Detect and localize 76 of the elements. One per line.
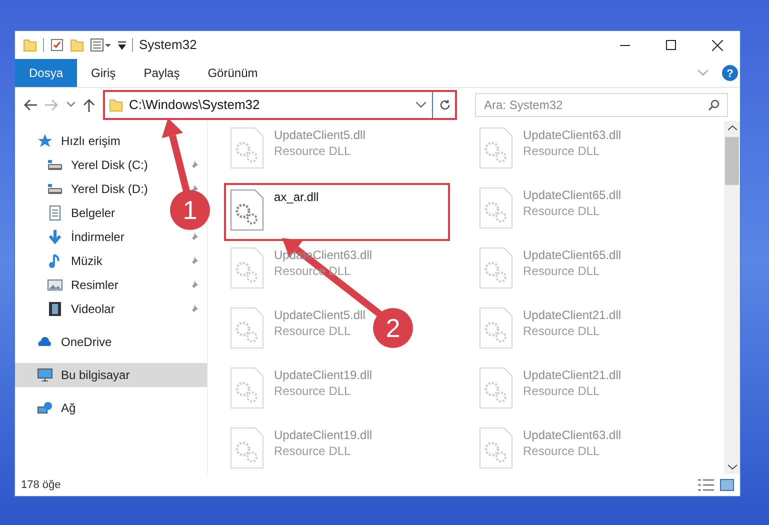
search-icon[interactable]: [708, 98, 720, 110]
drive-icon: [47, 157, 63, 173]
navigation-item[interactable]: Müzik: [15, 249, 207, 273]
file-name: UpdateClient5.dll: [274, 307, 366, 323]
scroll-up-icon[interactable]: [728, 125, 736, 131]
window-title: System32: [139, 36, 197, 54]
close-icon: [712, 40, 722, 50]
down-arrow-icon: [47, 229, 63, 245]
computer-icon: [37, 367, 53, 383]
file-type: Resource DLL: [523, 443, 600, 459]
item-count: 178 öğe: [21, 478, 61, 493]
help-icon[interactable]: ?: [722, 65, 738, 81]
details-view-icon[interactable]: [698, 479, 714, 491]
folder-icon: [109, 98, 123, 112]
file-name: UpdateClient65.dll: [523, 247, 622, 263]
file-type: Resource DLL: [274, 323, 351, 339]
view-options-icon[interactable]: [90, 38, 112, 52]
file-name: UpdateClient21.dll: [523, 307, 622, 323]
file-name: UpdateClient19.dll: [274, 427, 372, 443]
file-type: Resource DLL: [523, 383, 600, 399]
up-arrow-icon[interactable]: [83, 98, 95, 112]
file-type: Resource DLL: [523, 203, 600, 219]
forward-arrow-icon[interactable]: [45, 98, 59, 110]
properties-icon[interactable]: [50, 38, 64, 52]
navigation-item[interactable]: Videolar: [15, 297, 207, 321]
navigation-item[interactable]: Ağ: [15, 396, 207, 420]
star-icon: [37, 133, 53, 149]
navigation-item[interactable]: İndirmeler: [15, 225, 207, 249]
scrollbar[interactable]: [724, 121, 740, 474]
address-bar[interactable]: C:\Windows\System32: [103, 90, 457, 120]
new-folder-icon[interactable]: [70, 38, 84, 52]
file-name: UpdateClient5.dll: [274, 127, 366, 143]
maximize-icon: [666, 40, 676, 50]
scrollbar-thumb[interactable]: [725, 137, 739, 185]
ribbon-tab[interactable]: Giriş: [77, 59, 130, 87]
file-type: Resource DLL: [523, 143, 600, 159]
file-name: UpdateClient63.dll: [523, 127, 622, 143]
network-icon: [37, 400, 53, 416]
search-field[interactable]: Ara: System32: [475, 92, 728, 116]
navigation-item[interactable]: Yerel Disk (C:): [15, 153, 207, 177]
navigation-item[interactable]: Hızlı erişim: [15, 129, 207, 153]
ribbon-tab[interactable]: Dosya: [15, 59, 78, 87]
navigation-item[interactable]: OneDrive: [15, 330, 207, 354]
chevron-down-icon[interactable]: [416, 102, 426, 108]
file-type: Resource DLL: [274, 143, 351, 159]
ribbon-tab[interactable]: Paylaş: [130, 59, 194, 87]
film-icon: [47, 301, 63, 317]
callout-badge-overlay: [170, 190, 210, 230]
file-type: Resource DLL: [274, 383, 351, 399]
folder-icon[interactable]: [23, 38, 37, 52]
dropdown-icon[interactable]: [118, 40, 126, 50]
callout-badge-overlay: [373, 308, 413, 348]
picture-icon: [47, 277, 63, 293]
large-icons-view-icon[interactable]: [720, 479, 734, 491]
file-name: UpdateClient65.dll: [523, 187, 622, 203]
file-type: Resource DLL: [523, 263, 600, 279]
file-type: Resource DLL: [523, 323, 600, 339]
callout-number: 1: [182, 195, 198, 225]
back-arrow-icon[interactable]: [23, 98, 37, 110]
navigation-item[interactable]: Bu bilgisayar: [15, 363, 207, 387]
navigation-item[interactable]: Resimler: [15, 273, 207, 297]
file-type: Resource DLL: [274, 443, 351, 459]
callout-number: 2: [386, 313, 400, 343]
refresh-icon[interactable]: [439, 98, 451, 110]
recent-dropdown-icon[interactable]: [67, 102, 75, 107]
scroll-down-icon[interactable]: [728, 464, 736, 470]
file-name: UpdateClient63.dll: [523, 427, 622, 443]
drive-icon: [47, 181, 63, 197]
ribbon-tab[interactable]: Görünüm: [194, 59, 272, 87]
minimize-icon: [620, 44, 630, 46]
address-path: C:\Windows\System32: [129, 96, 260, 114]
file-name: ax_ar.dll: [274, 189, 319, 205]
dll-file-icon[interactable]: [230, 189, 264, 231]
file-name: UpdateClient21.dll: [523, 367, 622, 383]
file-name: UpdateClient19.dll: [274, 367, 372, 383]
document-icon: [47, 205, 63, 221]
